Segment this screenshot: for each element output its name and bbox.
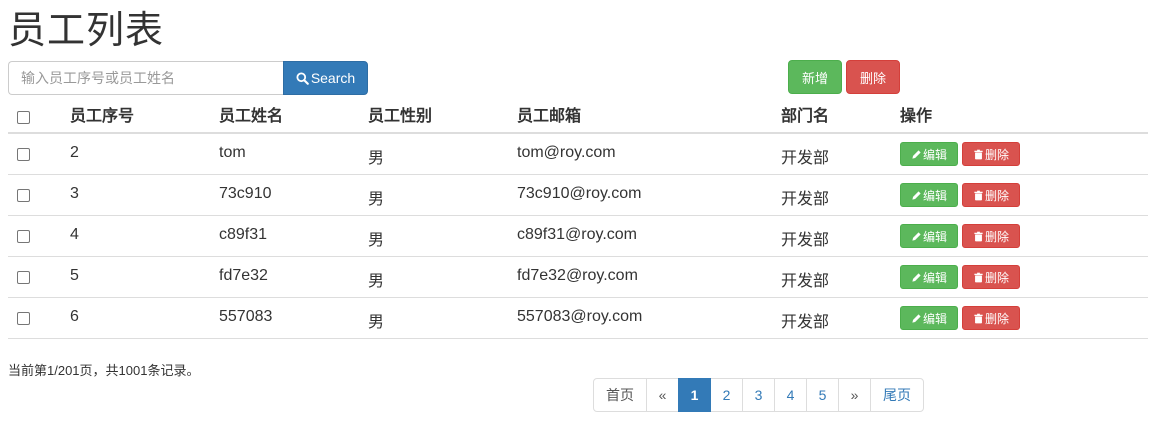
cell-employee-email: 557083@roy.com <box>517 308 643 325</box>
pagination-page-1[interactable]: 1 <box>678 378 711 412</box>
table-row: 3 73c910 男 73c910@roy.com 开发部 编辑 删除 <box>8 175 1148 216</box>
cell-employee-name: 557083 <box>219 308 273 325</box>
edit-button-label: 编辑 <box>922 270 947 285</box>
edit-button[interactable]: 编辑 <box>900 142 958 166</box>
cell-employee-email: 73c910@roy.com <box>517 185 642 202</box>
cell-employee-id: 2 <box>70 144 79 161</box>
header-department: 部门名 <box>781 108 830 125</box>
cell-employee-gender: 男 <box>368 191 385 208</box>
row-checkbox[interactable] <box>17 148 30 161</box>
cell-department: 开发部 <box>781 191 830 208</box>
edit-button-label: 编辑 <box>922 229 947 244</box>
row-checkbox[interactable] <box>17 312 30 325</box>
pagination-page-2[interactable]: 2 <box>710 378 743 412</box>
edit-button[interactable]: 编辑 <box>900 183 958 207</box>
header-actions: 操作 <box>900 108 933 125</box>
row-checkbox[interactable] <box>17 271 30 284</box>
pagination-first[interactable]: 首页 <box>593 378 647 412</box>
cell-employee-gender: 男 <box>368 314 385 331</box>
delete-button-label: 删除 <box>984 270 1009 285</box>
pagination: 首页 « 1 2 3 4 5 » 尾页 <box>593 378 924 412</box>
select-all-checkbox[interactable] <box>17 111 30 124</box>
edit-button-label: 编辑 <box>922 188 947 203</box>
delete-button-label: 删除 <box>984 147 1009 162</box>
table-row: 5 fd7e32 男 fd7e32@roy.com 开发部 编辑 删除 <box>8 257 1148 298</box>
pencil-icon <box>912 190 921 200</box>
header-employee-name: 员工姓名 <box>219 108 284 125</box>
row-checkbox[interactable] <box>17 189 30 202</box>
delete-button-label: 删除 <box>984 188 1009 203</box>
cell-department: 开发部 <box>781 232 830 249</box>
delete-button-label: 删除 <box>984 229 1009 244</box>
cell-employee-id: 5 <box>70 267 79 284</box>
search-button-label: Search <box>310 70 356 86</box>
delete-button[interactable]: 删除 <box>962 224 1020 248</box>
pencil-icon <box>912 231 921 241</box>
search-button[interactable]: Search <box>283 61 368 95</box>
cell-employee-email: tom@roy.com <box>517 144 616 161</box>
header-employee-id: 员工序号 <box>70 108 135 125</box>
table-row: 2 tom 男 tom@roy.com 开发部 编辑 删除 <box>8 134 1148 175</box>
pagination-next[interactable]: » <box>838 378 871 412</box>
pagination-prev[interactable]: « <box>646 378 679 412</box>
edit-button-label: 编辑 <box>922 147 947 162</box>
delete-button[interactable]: 删除 <box>962 183 1020 207</box>
delete-button[interactable]: 删除 <box>962 306 1020 330</box>
pencil-icon <box>912 313 921 323</box>
cell-employee-name: tom <box>219 144 246 161</box>
table-header-row: 员工序号 员工姓名 员工性别 员工邮箱 部门名 操作 <box>8 96 1148 134</box>
cell-employee-email: fd7e32@roy.com <box>517 267 638 284</box>
delete-button-label: 删除 <box>984 311 1009 326</box>
cell-employee-gender: 男 <box>368 273 385 290</box>
edit-button-label: 编辑 <box>922 311 947 326</box>
cell-employee-id: 3 <box>70 185 79 202</box>
pagination-last[interactable]: 尾页 <box>870 378 924 412</box>
cell-department: 开发部 <box>781 150 830 167</box>
pagination-page-5[interactable]: 5 <box>806 378 839 412</box>
pagination-page-3[interactable]: 3 <box>742 378 775 412</box>
search-group: Search <box>8 61 368 95</box>
trash-icon <box>974 272 983 282</box>
page-info-text: 当前第1/201页，共1001条记录。 <box>8 363 200 378</box>
cell-department: 开发部 <box>781 273 830 290</box>
header-employee-email: 员工邮箱 <box>517 108 582 125</box>
cell-employee-name: c89f31 <box>219 226 268 243</box>
trash-icon <box>974 231 983 241</box>
edit-button[interactable]: 编辑 <box>900 224 958 248</box>
delete-button[interactable]: 删除 <box>962 142 1020 166</box>
add-employee-button[interactable]: 新增 <box>788 60 842 94</box>
cell-employee-email: c89f31@roy.com <box>517 226 637 243</box>
trash-icon <box>974 149 983 159</box>
search-input[interactable] <box>8 61 283 95</box>
trash-icon <box>974 313 983 323</box>
cell-employee-gender: 男 <box>368 232 385 249</box>
edit-button[interactable]: 编辑 <box>900 306 958 330</box>
pencil-icon <box>912 272 921 282</box>
table-row: 6 557083 男 557083@roy.com 开发部 编辑 删除 <box>8 298 1148 339</box>
cell-employee-name: fd7e32 <box>219 267 268 284</box>
cell-employee-id: 6 <box>70 308 79 325</box>
table-row: 4 c89f31 男 c89f31@roy.com 开发部 编辑 删除 <box>8 216 1148 257</box>
cell-employee-name: 73c910 <box>219 185 272 202</box>
delete-button[interactable]: 删除 <box>962 265 1020 289</box>
header-employee-gender: 员工性别 <box>368 108 433 125</box>
cell-employee-id: 4 <box>70 226 79 243</box>
cell-department: 开发部 <box>781 314 830 331</box>
edit-button[interactable]: 编辑 <box>900 265 958 289</box>
search-icon <box>296 71 309 85</box>
cell-employee-gender: 男 <box>368 150 385 167</box>
trash-icon <box>974 190 983 200</box>
pencil-icon <box>912 149 921 159</box>
row-checkbox[interactable] <box>17 230 30 243</box>
delete-selected-button[interactable]: 删除 <box>846 60 900 94</box>
pagination-page-4[interactable]: 4 <box>774 378 807 412</box>
page-title: 员工列表 <box>8 10 165 52</box>
